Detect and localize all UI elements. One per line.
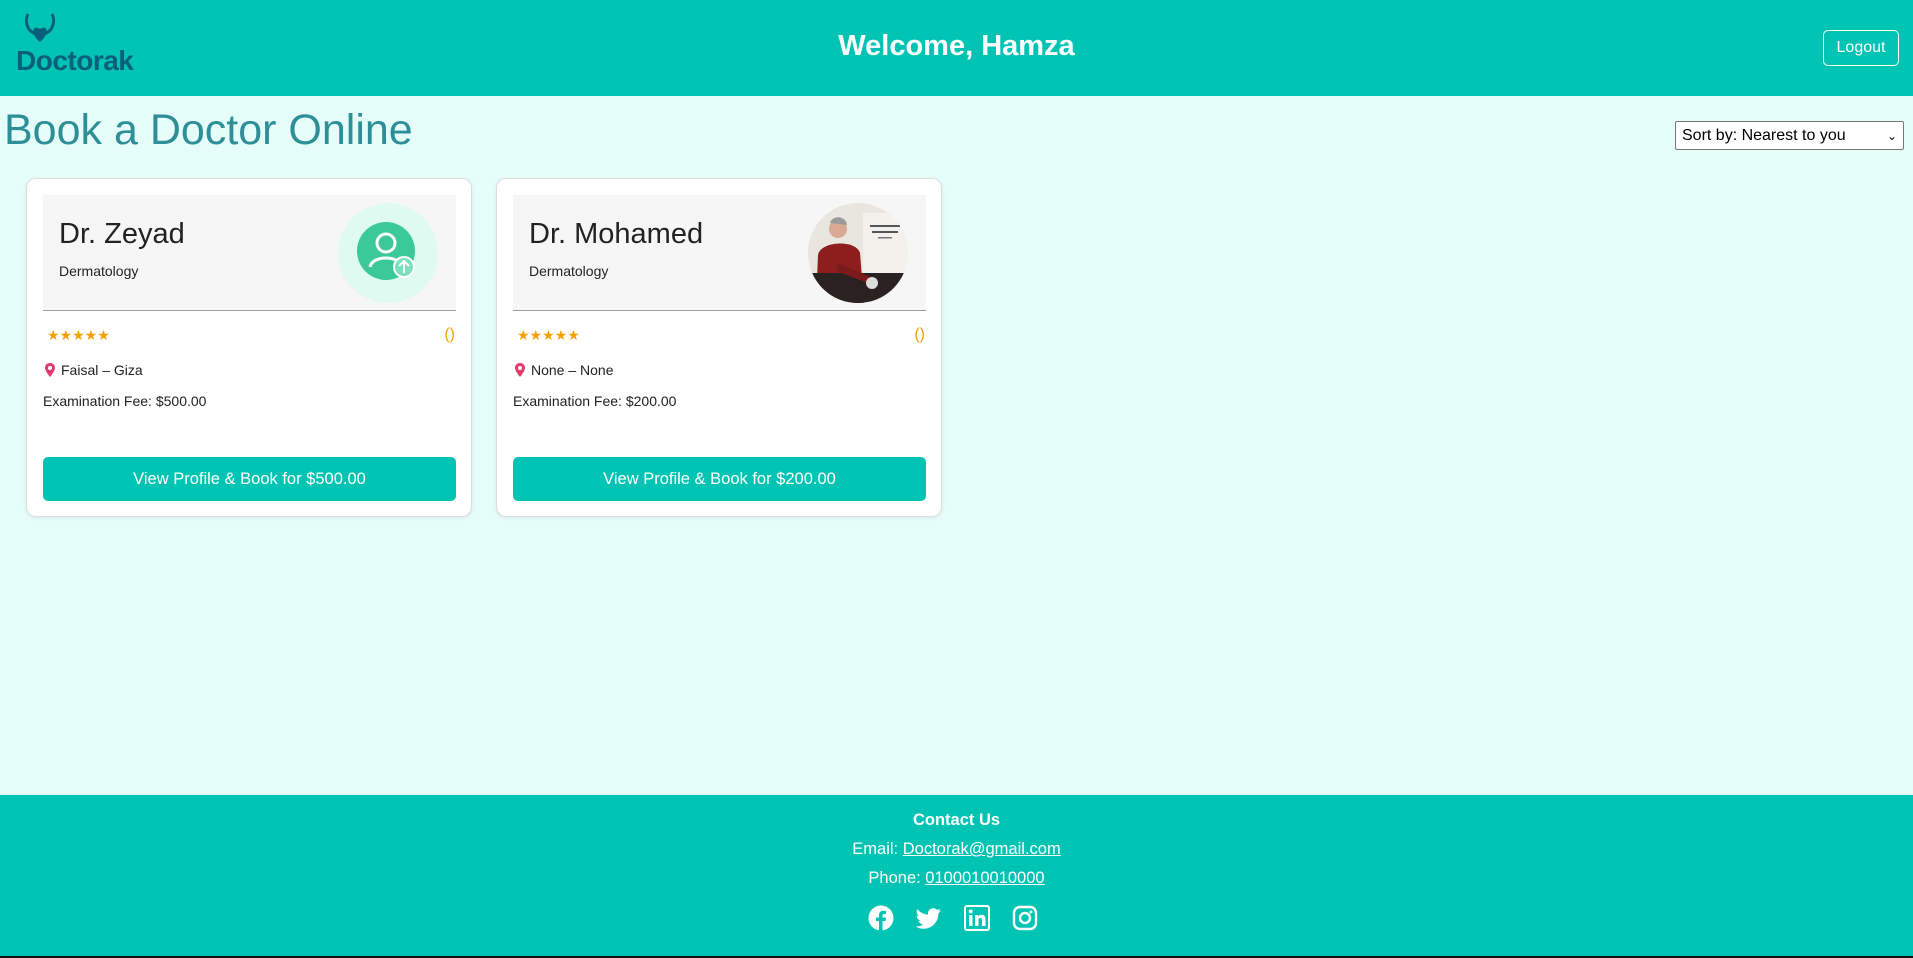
- location-text: None – None: [531, 362, 614, 378]
- location-pin-icon: [515, 363, 525, 377]
- sort-select[interactable]: Sort by: Nearest to you ⌄: [1675, 121, 1904, 150]
- examination-fee: Examination Fee: $500.00: [43, 393, 207, 409]
- rating-stars: ★★★★★: [517, 327, 580, 343]
- footer: Contact Us Email: Doctorak@gmail.com Pho…: [0, 795, 1913, 958]
- doctor-specialty: Dermatology: [59, 263, 139, 279]
- doctor-name: Dr. Zeyad: [59, 218, 185, 250]
- doctor-specialty: Dermatology: [529, 263, 609, 279]
- facebook-icon[interactable]: [868, 905, 894, 931]
- twitter-icon[interactable]: [915, 905, 942, 931]
- examination-fee: Examination Fee: $200.00: [513, 393, 677, 409]
- rating-stars: ★★★★★: [47, 327, 110, 343]
- social-links: [868, 905, 1038, 931]
- footer-phone-line: Phone: 0100010010000: [0, 869, 1913, 888]
- sort-selected-value: Sort by: Nearest to you: [1682, 126, 1846, 144]
- doctor-card: Dr. Mohamed Dermatology ★★★★★ () None – …: [496, 178, 942, 517]
- email-label: Email:: [852, 840, 903, 858]
- page-title: Book a Doctor Online: [4, 106, 413, 154]
- doctor-card: Dr. Zeyad Dermatology ★★★★★ () Faisal – …: [26, 178, 472, 517]
- instagram-icon[interactable]: [1012, 905, 1038, 931]
- doctor-location: None – None: [515, 362, 614, 378]
- rating-count: (): [444, 326, 455, 343]
- welcome-message: Welcome, Hamza: [838, 30, 1075, 62]
- rating-count: (): [914, 326, 925, 343]
- view-profile-book-button[interactable]: View Profile & Book for $200.00: [513, 457, 926, 501]
- email-link[interactable]: Doctorak@gmail.com: [903, 840, 1061, 858]
- top-header: Doctorak Welcome, Hamza Logout: [0, 0, 1913, 96]
- doctor-card-header: Dr. Mohamed Dermatology: [513, 195, 926, 311]
- linkedin-icon[interactable]: [964, 905, 990, 931]
- doctor-location: Faisal – Giza: [45, 362, 143, 378]
- phone-label: Phone:: [868, 869, 926, 887]
- location-text: Faisal – Giza: [61, 362, 143, 378]
- doctor-card-header: Dr. Zeyad Dermatology: [43, 195, 456, 311]
- default-user-icon: [338, 203, 438, 303]
- contact-title: Contact Us: [912, 811, 1001, 829]
- phone-link[interactable]: 0100010010000: [925, 869, 1044, 887]
- doctor-photo: [808, 203, 908, 303]
- footer-email-line: Email: Doctorak@gmail.com: [0, 840, 1913, 859]
- chevron-down-icon: ⌄: [1886, 128, 1897, 143]
- view-profile-book-button[interactable]: View Profile & Book for $500.00: [43, 457, 456, 501]
- location-pin-icon: [45, 363, 55, 377]
- logout-button[interactable]: Logout: [1823, 30, 1899, 66]
- doctor-name: Dr. Mohamed: [529, 218, 704, 250]
